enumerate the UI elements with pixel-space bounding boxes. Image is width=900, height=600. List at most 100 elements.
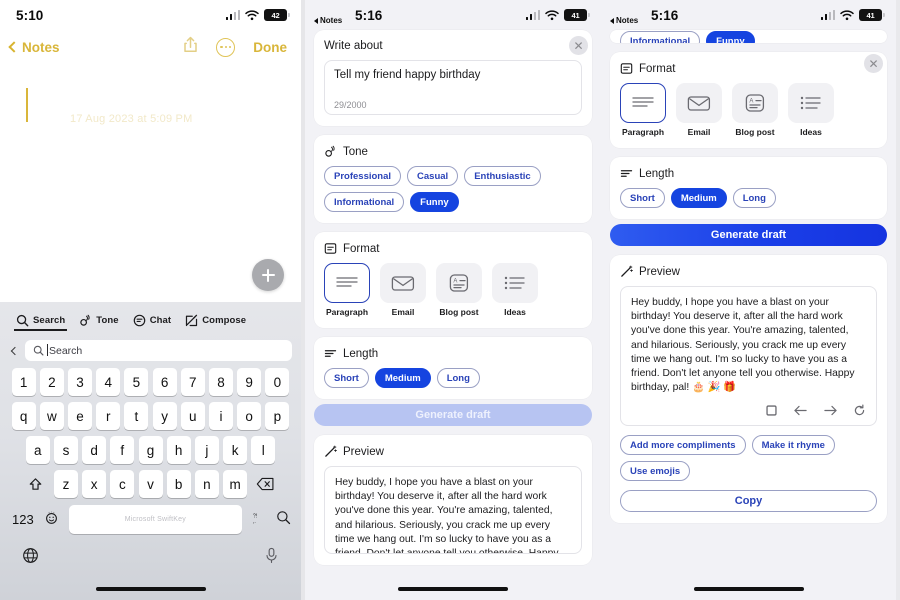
- format-option-paragraph[interactable]: Paragraph: [324, 263, 370, 317]
- more-options-icon[interactable]: [216, 37, 236, 57]
- tone-chip-professional[interactable]: Professional: [324, 166, 402, 186]
- generate-draft-button[interactable]: Generate draft: [610, 224, 887, 246]
- key-1[interactable]: 1: [11, 368, 36, 396]
- arrow-right-icon[interactable]: [823, 404, 838, 417]
- key-o[interactable]: o: [237, 402, 262, 430]
- tone-chip-funny[interactable]: Funny: [706, 31, 755, 43]
- key-w[interactable]: w: [39, 402, 64, 430]
- back-to-notes-button[interactable]: Notes: [8, 40, 60, 55]
- keyboard-search-key[interactable]: [276, 510, 291, 530]
- format-option-ideas[interactable]: Ideas: [492, 263, 538, 317]
- key-b[interactable]: b: [166, 470, 191, 498]
- key-f[interactable]: f: [110, 436, 135, 464]
- key-2[interactable]: 2: [39, 368, 64, 396]
- compose-scroll-area[interactable]: ✕ Write about Tell my friend happy birth…: [305, 30, 601, 600]
- key-p[interactable]: p: [265, 402, 290, 430]
- done-button[interactable]: Done: [253, 40, 287, 55]
- globe-key[interactable]: [22, 547, 39, 569]
- close-icon[interactable]: ✕: [569, 36, 588, 55]
- arrow-left-icon[interactable]: [793, 404, 808, 417]
- key-9[interactable]: 9: [237, 368, 262, 396]
- punctuation-key[interactable]: ?!,.: [252, 510, 266, 530]
- format-option-label: Blog post: [439, 307, 479, 317]
- key-x[interactable]: x: [82, 470, 107, 498]
- keyboard-tab-search[interactable]: Search: [13, 314, 68, 331]
- format-option-blog-post[interactable]: A Blog post: [732, 83, 778, 137]
- key-j[interactable]: j: [194, 436, 219, 464]
- format-option-ideas[interactable]: Ideas: [788, 83, 834, 137]
- key-u[interactable]: u: [180, 402, 205, 430]
- format-option-email[interactable]: Email: [676, 83, 722, 137]
- key-i[interactable]: i: [208, 402, 233, 430]
- length-chip-long[interactable]: Long: [436, 368, 480, 388]
- key-l[interactable]: l: [251, 436, 276, 464]
- cellular-signal-icon: [225, 9, 240, 20]
- shift-key[interactable]: [22, 470, 50, 498]
- key-0[interactable]: 0: [265, 368, 290, 396]
- numeric-key[interactable]: 123: [12, 512, 34, 527]
- draft-scroll-area[interactable]: ✕ Informational Funny Format Paragraph E…: [601, 30, 896, 600]
- tone-card-partial: Informational Funny: [610, 30, 887, 43]
- copy-button[interactable]: Copy: [620, 490, 877, 513]
- suggestion-make-it-rhyme[interactable]: Make it rhyme: [751, 435, 835, 456]
- mini-back-notes[interactable]: Notes: [314, 16, 342, 25]
- suggestion-add-more-compliments[interactable]: Add more compliments: [620, 435, 746, 456]
- key-g[interactable]: g: [138, 436, 163, 464]
- key-h[interactable]: h: [166, 436, 191, 464]
- key-t[interactable]: t: [124, 402, 149, 430]
- key-k[interactable]: k: [223, 436, 248, 464]
- close-icon[interactable]: ✕: [864, 54, 883, 73]
- format-option-blog-post[interactable]: A Blog post: [436, 263, 482, 317]
- mini-back-notes[interactable]: Notes: [610, 16, 638, 25]
- tone-chip-informational[interactable]: Informational: [620, 31, 701, 43]
- key-q[interactable]: q: [11, 402, 36, 430]
- key-d[interactable]: d: [82, 436, 107, 464]
- add-attachment-button[interactable]: [252, 259, 284, 291]
- copy-icon[interactable]: [765, 404, 778, 417]
- tone-chip-informational[interactable]: Informational: [324, 192, 405, 212]
- emoji-key[interactable]: [44, 510, 59, 530]
- key-7[interactable]: 7: [180, 368, 205, 396]
- keyboard-tab-compose[interactable]: Compose: [185, 314, 246, 331]
- key-4[interactable]: 4: [96, 368, 121, 396]
- key-3[interactable]: 3: [68, 368, 93, 396]
- length-chip-short[interactable]: Short: [620, 188, 665, 208]
- key-a[interactable]: a: [25, 436, 50, 464]
- key-s[interactable]: s: [53, 436, 78, 464]
- suggestion-use-emojis[interactable]: Use emojis: [620, 461, 691, 482]
- key-6[interactable]: 6: [152, 368, 177, 396]
- key-e[interactable]: e: [68, 402, 93, 430]
- space-key[interactable]: Microsoft SwiftKey: [68, 505, 242, 534]
- length-chip-short[interactable]: Short: [324, 368, 369, 388]
- generate-draft-button[interactable]: Generate draft: [314, 404, 592, 426]
- length-chip-medium[interactable]: Medium: [374, 368, 431, 388]
- microphone-key[interactable]: [264, 547, 279, 569]
- preview-text-box[interactable]: Hey buddy, I hope you have a blast on yo…: [620, 286, 877, 427]
- key-z[interactable]: z: [53, 470, 78, 498]
- length-chip-long[interactable]: Long: [732, 188, 776, 208]
- key-c[interactable]: c: [110, 470, 135, 498]
- chevron-left-icon[interactable]: [10, 346, 20, 355]
- share-icon[interactable]: [183, 36, 198, 58]
- key-r[interactable]: r: [96, 402, 121, 430]
- key-5[interactable]: 5: [124, 368, 149, 396]
- tone-chip-enthusiastic[interactable]: Enthusiastic: [464, 166, 541, 186]
- length-chip-medium[interactable]: Medium: [670, 188, 727, 208]
- format-option-paragraph[interactable]: Paragraph: [620, 83, 666, 137]
- key-8[interactable]: 8: [208, 368, 233, 396]
- regenerate-icon[interactable]: [853, 404, 866, 417]
- tone-chip-casual[interactable]: Casual: [407, 166, 459, 186]
- preview-text-box[interactable]: Hey buddy, I hope you have a blast on yo…: [324, 466, 582, 554]
- keyboard-tab-chat[interactable]: Chat: [133, 314, 172, 331]
- key-n[interactable]: n: [194, 470, 219, 498]
- search-input[interactable]: Search: [25, 340, 292, 361]
- key-y[interactable]: y: [152, 402, 177, 430]
- tone-chip-funny[interactable]: Funny: [410, 192, 459, 212]
- key-m[interactable]: m: [223, 470, 248, 498]
- key-v[interactable]: v: [138, 470, 163, 498]
- format-option-email[interactable]: Email: [380, 263, 426, 317]
- write-about-input[interactable]: Tell my friend happy birthday 29/2000: [324, 60, 582, 115]
- keyboard-tab-tone[interactable]: Tone: [79, 314, 119, 331]
- backspace-key[interactable]: [251, 470, 279, 498]
- note-editor-body[interactable]: 17 Aug 2023 at 5:09 PM: [0, 64, 301, 308]
